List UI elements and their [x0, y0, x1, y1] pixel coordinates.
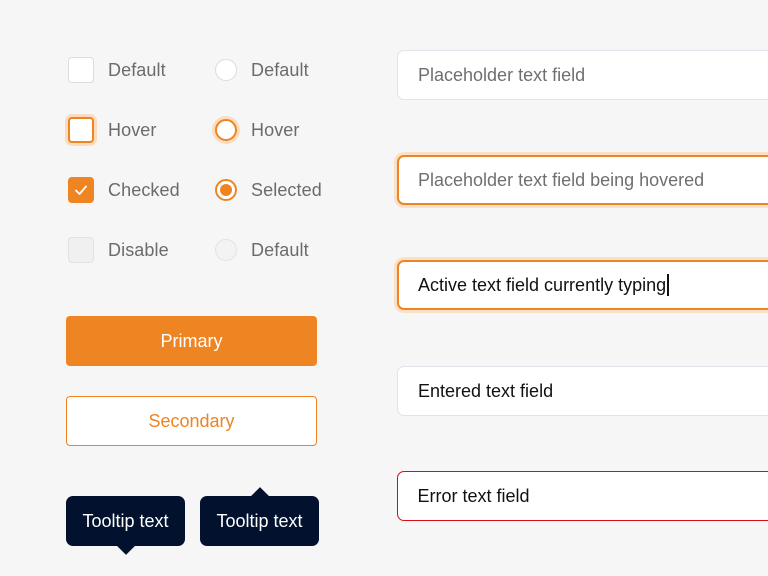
checkbox-checked[interactable]: Checked: [68, 177, 180, 203]
field-value: Entered text field: [418, 380, 554, 401]
checkbox-box[interactable]: [68, 57, 94, 83]
radio-disabled: Default: [213, 237, 309, 263]
tooltip-text: Tooltip text: [82, 510, 169, 531]
radio-circle[interactable]: [215, 119, 237, 141]
text-field-default[interactable]: Placeholder text field: [397, 50, 768, 100]
text-field-entered[interactable]: Entered text field: [397, 366, 768, 416]
checkbox-box: [68, 237, 94, 263]
check-icon: [75, 185, 87, 195]
radio-circle[interactable]: [215, 179, 237, 201]
field-placeholder: Placeholder text field being hovered: [418, 169, 705, 190]
tooltip-arrow-bottom: Tooltip text: [66, 496, 185, 555]
text-field-hovered[interactable]: Placeholder text field being hovered: [397, 155, 768, 205]
radio-default[interactable]: Default: [213, 57, 309, 83]
checkbox-box[interactable]: [68, 177, 94, 203]
checkbox-label: Checked: [108, 179, 180, 200]
ui-kit-canvas: Default Hover Checked Disable Default Ho…: [0, 0, 768, 576]
secondary-button[interactable]: Secondary: [66, 396, 317, 446]
text-cursor: [667, 274, 669, 296]
checkbox-label: Hover: [108, 119, 157, 140]
checkbox-label: Disable: [108, 239, 169, 260]
field-value: Active text field currently typing: [418, 274, 667, 295]
checkbox-hover[interactable]: Hover: [68, 117, 157, 143]
text-field-error[interactable]: Error text field: [397, 471, 768, 521]
radio-label: Default: [251, 59, 309, 80]
checkbox-box[interactable]: [68, 117, 94, 143]
tooltip-arrow: [249, 487, 270, 507]
radio-label: Default: [251, 239, 309, 260]
field-value: Error text field: [417, 485, 530, 506]
radio-hover[interactable]: Hover: [213, 117, 300, 143]
text-field-active[interactable]: Active text field currently typing: [397, 260, 768, 310]
checkbox-disabled: Disable: [68, 237, 169, 263]
radio-selected[interactable]: Selected: [213, 177, 322, 203]
checkbox-label: Default: [108, 59, 166, 80]
radio-label: Hover: [251, 119, 300, 140]
radio-dot: [220, 184, 232, 196]
radio-label: Selected: [251, 179, 322, 200]
checkbox-default[interactable]: Default: [68, 57, 166, 83]
primary-button[interactable]: Primary: [66, 316, 317, 366]
field-placeholder: Placeholder text field: [418, 64, 586, 85]
radio-circle: [215, 239, 237, 261]
tooltip-text: Tooltip text: [216, 510, 303, 531]
radio-circle[interactable]: [215, 59, 237, 81]
tooltip-arrow-top: Tooltip text: [200, 487, 319, 546]
tooltip-arrow: [115, 535, 136, 555]
